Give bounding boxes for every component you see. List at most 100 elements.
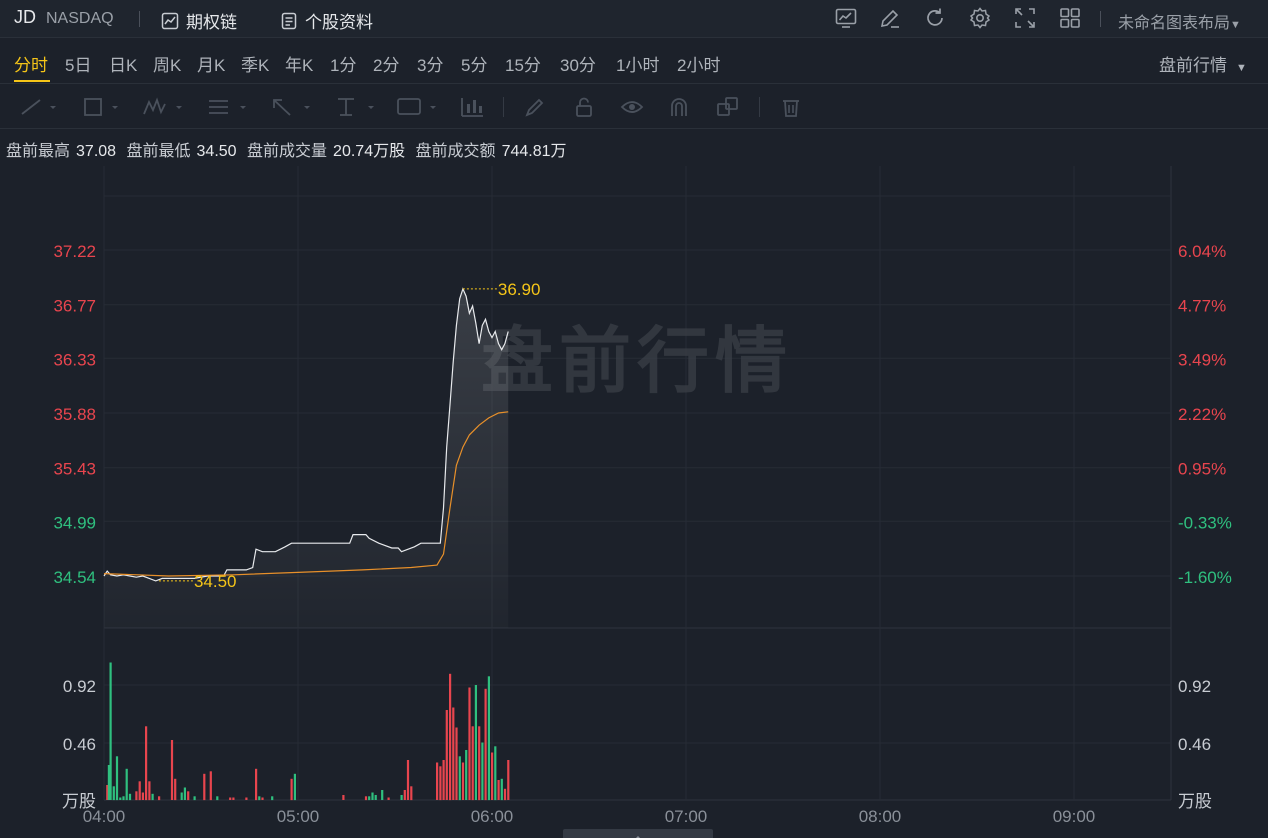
volume-bar	[209, 771, 212, 801]
volume-bar	[465, 750, 468, 800]
price-tick-label: 36.33	[53, 350, 96, 369]
volume-bar	[410, 786, 413, 801]
volume-bar	[125, 768, 128, 801]
price-tick-label: 35.43	[53, 460, 96, 479]
volume-bar	[271, 796, 274, 801]
volume-bar	[371, 792, 374, 800]
price-layer: 36.90 34.50	[103, 280, 541, 628]
percent-tick-label: 2.22%	[1178, 405, 1226, 424]
chart-grid	[103, 166, 1172, 801]
volume-bar	[115, 756, 119, 801]
time-tick-label: 06:00	[471, 807, 514, 826]
volume-tick-label: 0.46	[63, 735, 96, 754]
high-marker-label: 36.90	[498, 280, 541, 299]
volume-bar	[449, 673, 452, 801]
volume-bar	[452, 707, 455, 800]
volume-tick-label: 0.92	[63, 677, 96, 696]
volume-tick-label: 0.46	[1178, 735, 1211, 754]
volume-bar	[461, 762, 465, 800]
volume-bar	[141, 792, 144, 800]
percent-tick-label: -1.60%	[1178, 568, 1232, 587]
volume-bar	[494, 746, 497, 801]
volume-bar	[170, 740, 174, 800]
volume-bar	[145, 726, 148, 801]
price-tick-label: 37.22	[53, 242, 96, 261]
percent-tick-label: 3.49%	[1178, 350, 1226, 369]
volume-bar	[138, 781, 141, 801]
price-tick-label: 34.99	[53, 513, 96, 532]
volume-bar	[119, 797, 122, 800]
volume-bar	[478, 726, 481, 801]
volume-tick-label: 0.92	[1178, 677, 1211, 696]
volume-bar	[193, 796, 196, 801]
price-area	[104, 288, 509, 628]
volume-bar	[481, 742, 484, 800]
time-scrollbar[interactable]	[563, 829, 713, 838]
volume-bar	[158, 796, 161, 801]
volume-bar	[507, 760, 510, 800]
time-tick-label: 05:00	[277, 807, 320, 826]
volume-bar	[232, 797, 235, 800]
volume-bar	[342, 795, 345, 800]
volume-bar	[487, 676, 490, 801]
volume-bar	[245, 797, 248, 800]
volume-bar	[151, 793, 154, 801]
volume-bar	[203, 773, 206, 801]
volume-bar	[261, 797, 264, 800]
volume-bar	[403, 790, 406, 800]
volume-bar	[500, 778, 503, 801]
time-tick-label: 09:00	[1053, 807, 1096, 826]
price-tick-label: 36.77	[53, 297, 96, 316]
volume-bar	[112, 786, 115, 801]
volume-bar	[183, 787, 186, 800]
time-tick-label: 08:00	[859, 807, 902, 826]
volume-bar	[187, 791, 190, 801]
volume-bar	[122, 796, 125, 801]
volume-bar	[455, 727, 458, 800]
time-tick-label: 07:00	[665, 807, 708, 826]
volume-layer	[106, 662, 510, 801]
volume-bar	[458, 756, 461, 801]
volume-bar	[258, 796, 261, 801]
volume-bar	[439, 766, 442, 801]
volume-bar	[290, 778, 293, 801]
volume-bar	[180, 792, 183, 800]
volume-bar	[400, 795, 403, 800]
volume-bar	[387, 797, 390, 800]
scroll-up-icon	[636, 836, 640, 838]
volume-bar	[293, 773, 296, 801]
volume-bar	[497, 780, 500, 800]
volume-bar	[381, 790, 384, 800]
volume-bar	[368, 796, 371, 801]
volume-bar	[229, 797, 232, 800]
percent-tick-label: 4.77%	[1178, 297, 1226, 316]
volume-bar	[468, 687, 471, 800]
percent-tick-label: -0.33%	[1178, 513, 1232, 532]
volume-bar	[442, 760, 445, 800]
volume-bar	[135, 791, 138, 801]
intraday-chart[interactable]: 盘前行情 36.90 34.50 37.22 6.04% 36.77 4.77% 36.3…	[0, 0, 1268, 838]
volume-bar	[503, 788, 507, 801]
volume-bar	[471, 726, 474, 801]
volume-bar	[364, 796, 368, 801]
volume-bar	[484, 688, 487, 801]
volume-bar	[148, 781, 151, 801]
volume-bar	[128, 793, 132, 801]
price-tick-label: 34.54	[53, 568, 96, 587]
volume-bar	[255, 768, 258, 801]
volume-bar	[406, 760, 410, 800]
volume-bar	[474, 685, 477, 800]
volume-bar	[374, 795, 377, 800]
volume-bar	[109, 662, 112, 800]
volume-bar	[174, 778, 177, 801]
watermark: 盘前行情	[481, 319, 793, 403]
volume-bar	[445, 710, 448, 800]
percent-tick-label: 0.95%	[1178, 460, 1226, 479]
price-tick-label: 35.88	[53, 405, 96, 424]
low-marker-label: 34.50	[194, 572, 237, 591]
percent-tick-label: 6.04%	[1178, 242, 1226, 261]
time-tick-label: 04:00	[83, 807, 126, 826]
volume-bar	[491, 752, 494, 800]
volume-bar	[216, 796, 219, 801]
volume-bar	[436, 762, 439, 800]
